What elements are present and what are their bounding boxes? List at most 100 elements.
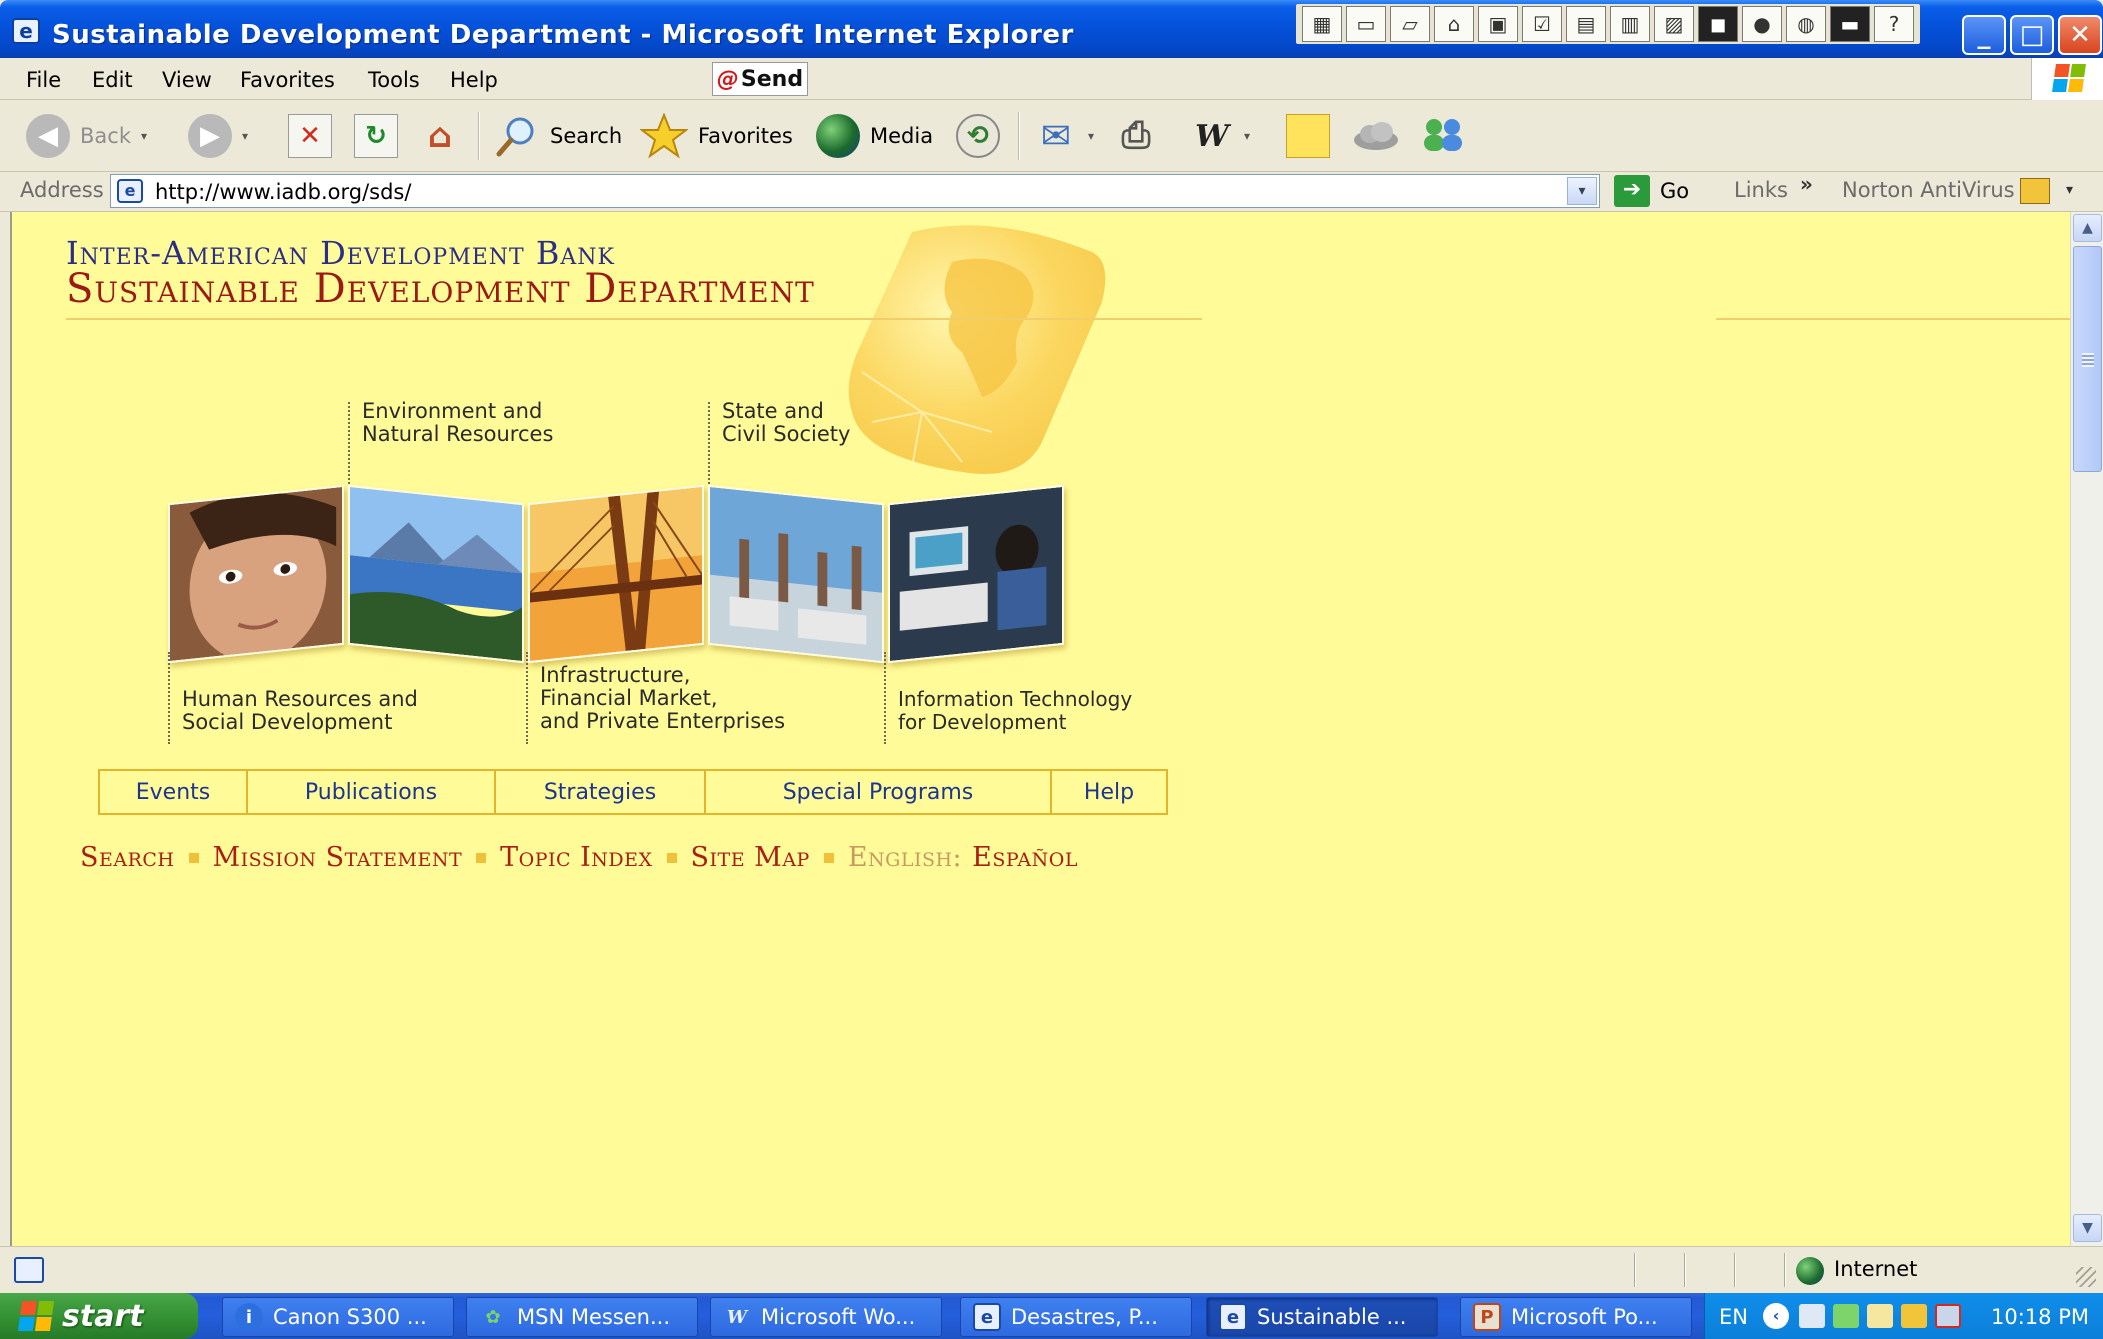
sector-environment-link[interactable]: Environment and Natural Resources [362, 400, 553, 446]
cloud-button[interactable] [1350, 112, 1402, 160]
home-button[interactable]: ⌂ [418, 112, 462, 160]
windows-flag-icon[interactable]: ▦ [1302, 6, 1342, 42]
menu-help[interactable]: Help [450, 68, 498, 92]
sector-infrastructure-link[interactable]: Infrastructure, Financial Market, and Pr… [540, 664, 785, 733]
menu-tools[interactable]: Tools [368, 68, 420, 92]
notepad-icon[interactable]: ▭ [1346, 6, 1386, 42]
sticky-note-button[interactable] [1286, 112, 1330, 160]
note-icon[interactable]: ▨ [1654, 6, 1694, 42]
task-canon[interactable]: i Canon S300 ... [222, 1297, 454, 1337]
mail-button[interactable]: ✉ ▾ [1034, 112, 1094, 160]
stop-button[interactable]: ✕ [288, 112, 332, 160]
photo-child[interactable] [168, 484, 344, 664]
card-icon[interactable]: ▤ [1566, 6, 1606, 42]
favorites-button[interactable]: Favorites [640, 112, 793, 160]
nav-publications[interactable]: Publications [248, 771, 496, 813]
address-url[interactable]: http://www.iadb.org/sds/ [155, 180, 411, 204]
search-button[interactable]: Search [494, 112, 622, 160]
history-button[interactable]: ⟲ [956, 112, 1000, 160]
document-icon[interactable]: ▥ [1610, 6, 1650, 42]
refresh-button[interactable]: ↻ [354, 112, 398, 160]
espanol-link[interactable]: Español [972, 842, 1078, 873]
opera-icon[interactable]: ● [1742, 6, 1782, 42]
task-desastres[interactable]: e Desastres, P... [960, 1297, 1192, 1337]
menu-view[interactable]: View [162, 68, 212, 92]
forward-button[interactable]: ▶ ▾ [188, 112, 248, 160]
sector-it-link[interactable]: Information Technology for Development [898, 688, 1132, 734]
messenger-button[interactable] [1418, 112, 1468, 160]
back-dropdown-icon[interactable]: ▾ [141, 129, 147, 143]
network-icon[interactable]: ⌂ [1434, 6, 1474, 42]
sector-infrastructure-line1: Infrastructure, [540, 663, 691, 687]
norton-dropdown-icon[interactable]: ▾ [2066, 182, 2073, 198]
clock[interactable]: 10:18 PM [1991, 1305, 2089, 1329]
checklist-icon[interactable]: ☑ [1522, 6, 1562, 42]
address-bar: Address e http://www.iadb.org/sds/ ▾ ➔ G… [0, 172, 2103, 212]
taskbar: start i Canon S300 ... ✿ MSN Messen... W… [0, 1293, 2103, 1339]
norton-tray-icon[interactable] [1901, 1304, 1927, 1328]
photo-bridge[interactable] [528, 484, 704, 664]
sector-state-link[interactable]: State and Civil Society [722, 400, 850, 446]
disconnected-network-icon[interactable] [1935, 1304, 1961, 1328]
help-icon[interactable]: ? [1874, 6, 1914, 42]
print-button[interactable]: ⎙ [1114, 112, 1158, 160]
media-button[interactable]: Media [816, 112, 933, 160]
scroll-up-icon[interactable]: ▲ [2073, 214, 2102, 242]
word-dropdown-icon[interactable]: ▾ [1244, 129, 1250, 143]
dept-name[interactable]: Sustainable Development Department [66, 266, 815, 312]
go-button[interactable]: ➔ Go [1614, 175, 1689, 207]
scroll-thumb[interactable] [2073, 246, 2102, 472]
nav-special-programs[interactable]: Special Programs [706, 771, 1052, 813]
main-nav: Events Publications Strategies Special P… [98, 769, 1168, 815]
search-link[interactable]: Search [80, 842, 175, 873]
norton-icon[interactable] [2020, 178, 2050, 204]
task-powerpoint[interactable]: P Microsoft Po... [1460, 1297, 1692, 1337]
task-msn[interactable]: ✿ MSN Messen... [466, 1297, 698, 1337]
forward-dropdown-icon[interactable]: ▾ [242, 129, 248, 143]
display-icon[interactable] [1867, 1304, 1893, 1328]
nav-events[interactable]: Events [100, 771, 248, 813]
photo-lake[interactable] [348, 484, 524, 664]
maximize-button[interactable]: □ [2010, 15, 2054, 55]
norton-antivirus-label[interactable]: Norton AntiVirus [1842, 178, 2015, 202]
msn-tray-icon[interactable] [1833, 1304, 1859, 1328]
scroll-down-icon[interactable]: ▼ [2073, 1214, 2102, 1242]
site-map-link[interactable]: Site Map [691, 842, 810, 873]
window-icon[interactable]: ▣ [1478, 6, 1518, 42]
photo-community[interactable] [708, 484, 884, 664]
mission-statement-link[interactable]: Mission Statement [213, 842, 463, 873]
address-dropdown-icon[interactable]: ▾ [1567, 177, 1597, 205]
black-panel-icon[interactable]: ◼ [1698, 6, 1738, 42]
topic-index-link[interactable]: Topic Index [500, 842, 652, 873]
start-button[interactable]: start [0, 1293, 198, 1339]
show-hidden-icons-icon[interactable]: ‹ [1763, 1303, 1789, 1329]
menu-favorites[interactable]: Favorites [240, 68, 335, 92]
ie-quick-icon[interactable]: ◍ [1786, 6, 1826, 42]
nav-help[interactable]: Help [1052, 771, 1166, 813]
task-sustainable[interactable]: e Sustainable ... [1206, 1297, 1438, 1337]
title-bar[interactable]: e Sustainable Development Department - M… [0, 0, 2103, 58]
menu-file[interactable]: File [26, 68, 61, 92]
close-button[interactable]: ✕ [2058, 15, 2102, 55]
open-folder-icon[interactable]: ▱ [1390, 6, 1430, 42]
links-label[interactable]: Links [1734, 178, 1788, 202]
menu-edit[interactable]: Edit [92, 68, 133, 92]
links-chevron-icon[interactable]: » [1800, 172, 1813, 196]
word-button[interactable]: W ▾ [1190, 112, 1250, 160]
address-input[interactable]: e http://www.iadb.org/sds/ ▾ [110, 174, 1600, 208]
sector-human-link[interactable]: Human Resources and Social Development [182, 688, 418, 734]
nav-strategies[interactable]: Strategies [496, 771, 706, 813]
network-icon[interactable] [1799, 1304, 1825, 1328]
minimize-button[interactable]: _ [1962, 15, 2006, 55]
task-label: MSN Messen... [517, 1305, 671, 1329]
mail-dropdown-icon[interactable]: ▾ [1088, 129, 1094, 143]
console-icon[interactable]: ▬ [1830, 6, 1870, 42]
ie-window: e Sustainable Development Department - M… [0, 0, 2103, 1293]
back-button[interactable]: ◀ Back ▾ [26, 112, 147, 160]
resize-grip-icon[interactable] [2076, 1267, 2096, 1287]
vertical-scrollbar[interactable]: ▲ ▼ [2070, 212, 2103, 1246]
photo-computer[interactable] [888, 484, 1064, 664]
task-word[interactable]: W Microsoft Wo... [710, 1297, 942, 1337]
language-indicator[interactable]: EN [1719, 1305, 1748, 1329]
send-button[interactable]: @ Send [712, 62, 808, 96]
